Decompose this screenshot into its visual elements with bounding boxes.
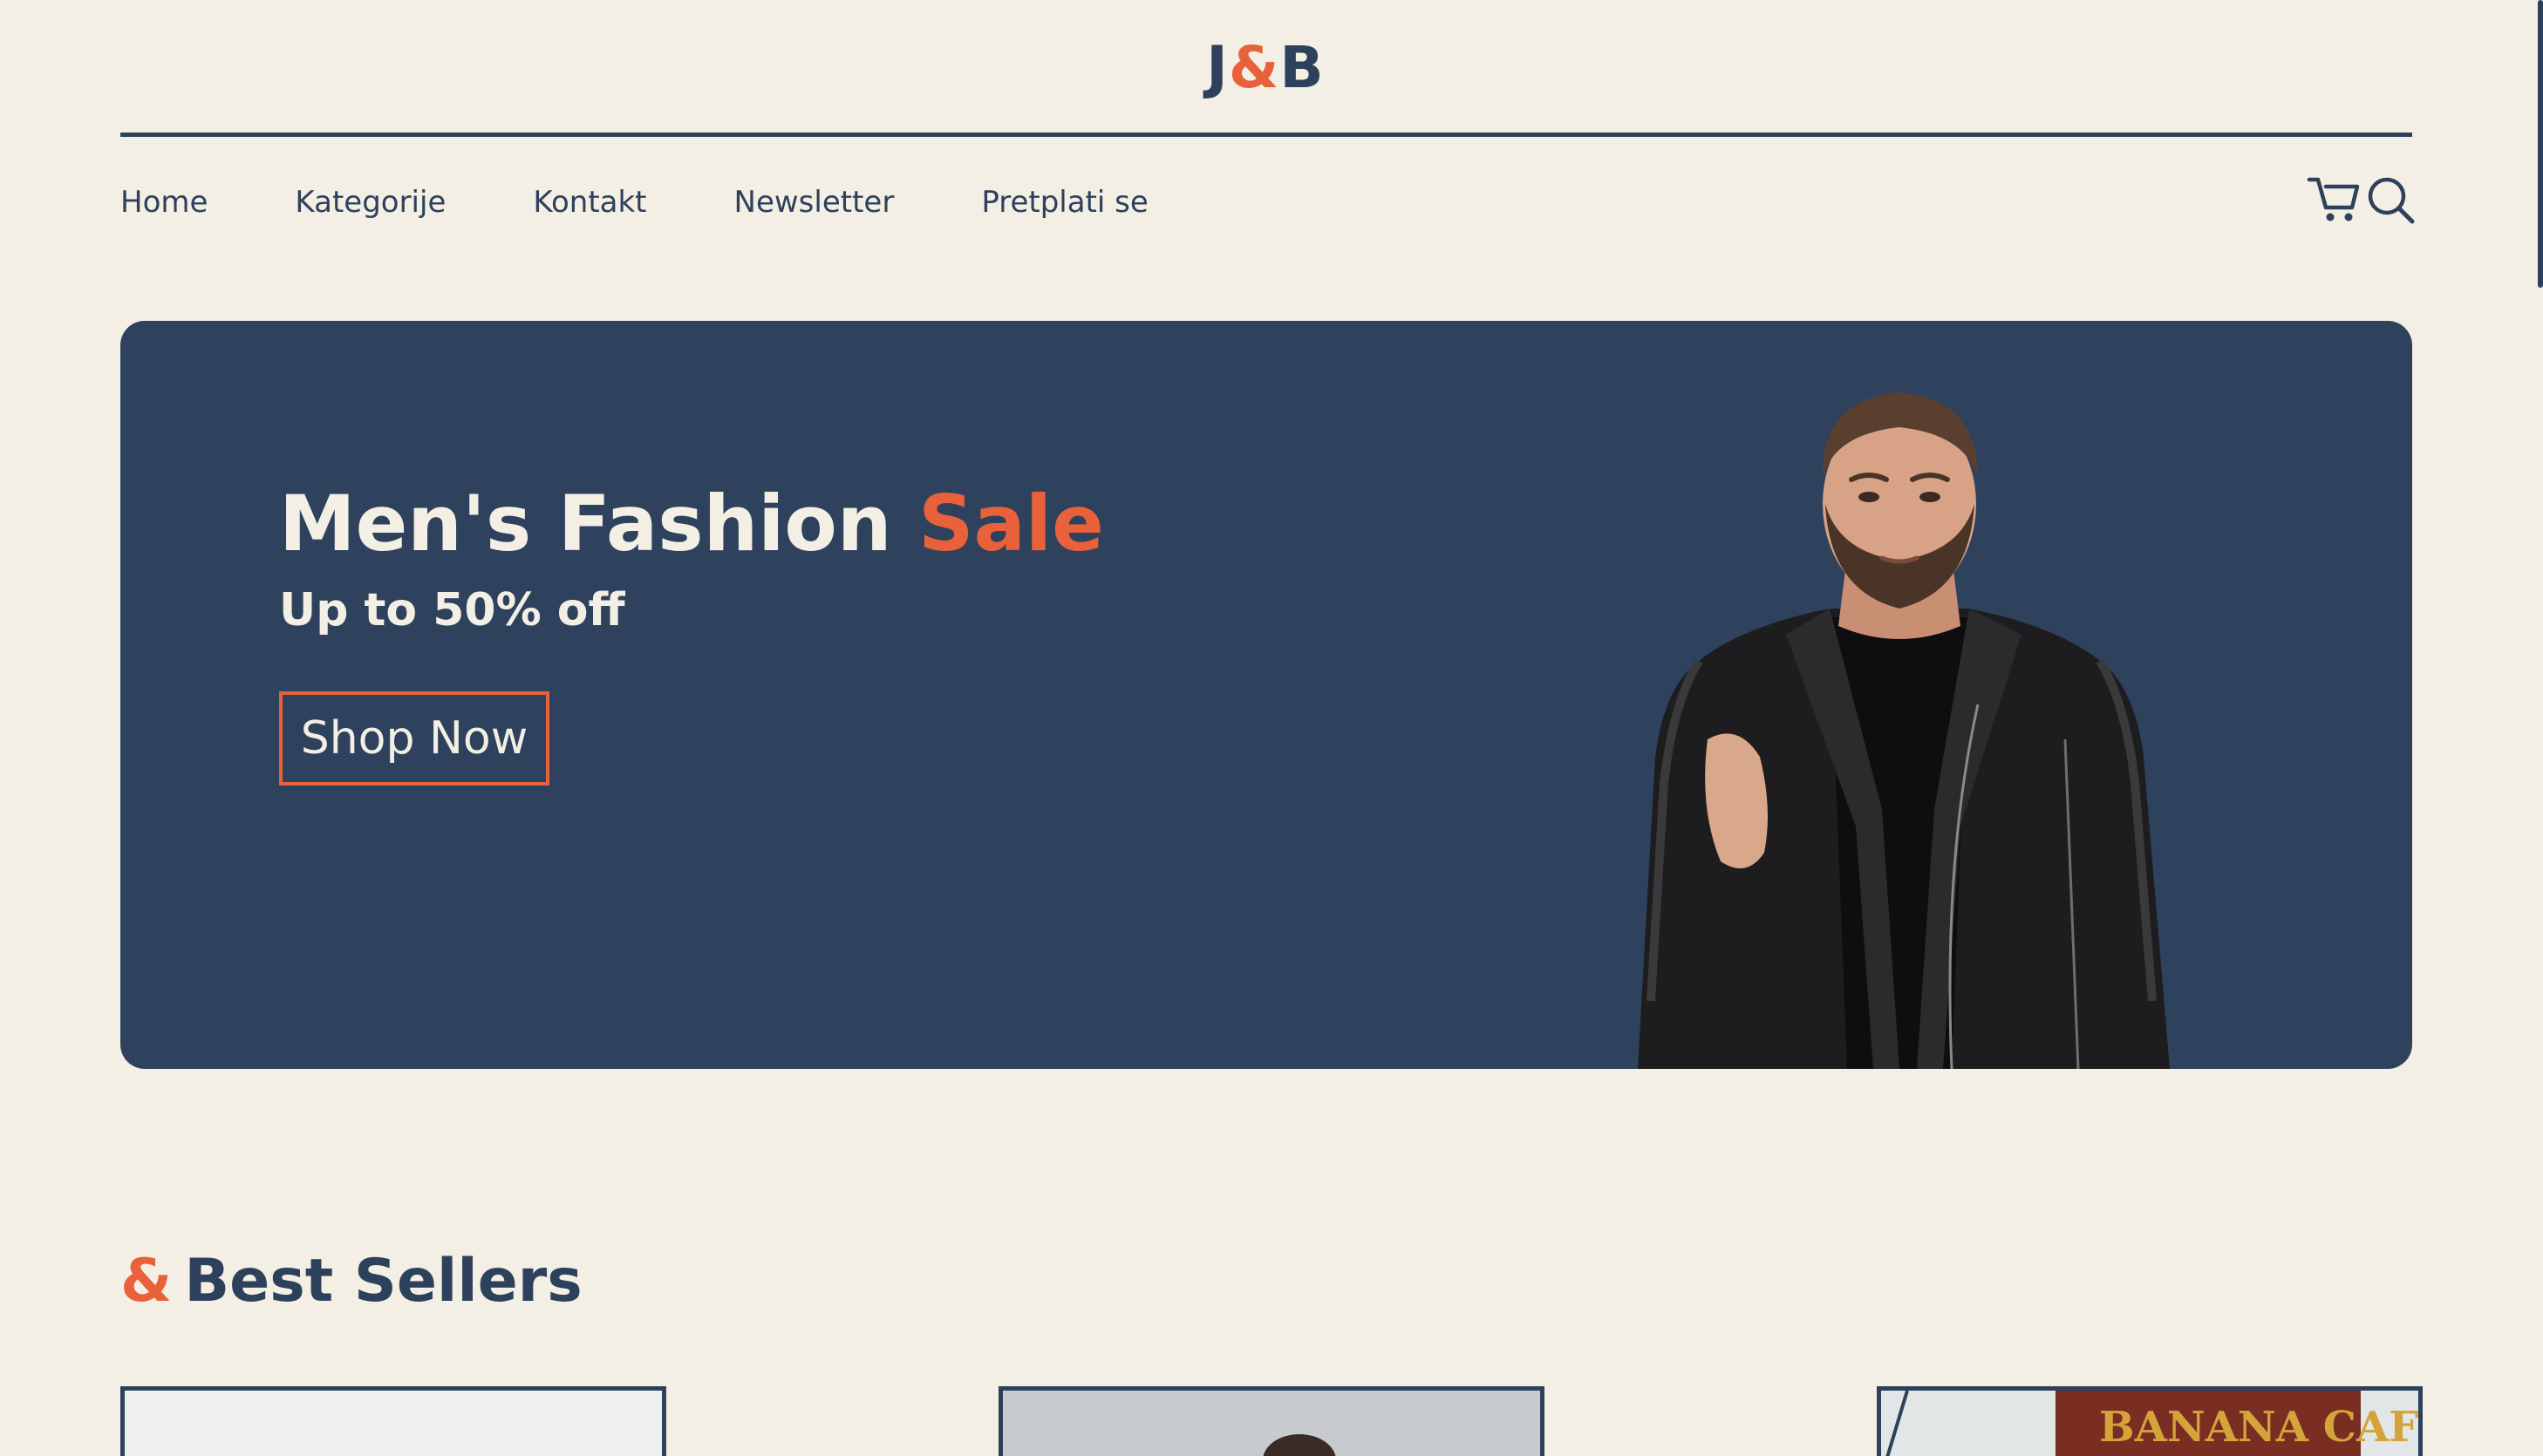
nav-icons (2307, 174, 2418, 228)
hero-subtitle: Up to 50% off (279, 584, 625, 636)
logo-letter-b: B (1279, 34, 1325, 101)
search-icon[interactable] (2364, 174, 2418, 228)
best-sellers-heading: & Best Sellers (120, 1247, 583, 1317)
nav-item-home[interactable]: Home (120, 183, 208, 221)
hero-title-main: Men's Fashion (279, 479, 919, 568)
product-card-3[interactable]: BANANA CAFE (1877, 1386, 2423, 1456)
product-image-2 (1003, 1391, 1540, 1456)
nav-item-pretplati-se[interactable]: Pretplati se (981, 183, 1148, 221)
product-card-1[interactable] (120, 1386, 666, 1456)
shop-now-button[interactable]: Shop Now (279, 691, 549, 786)
logo-ampersand: & (1228, 34, 1280, 101)
hero-model-image (1638, 392, 2170, 1069)
nav-item-newsletter[interactable]: Newsletter (734, 183, 895, 221)
hero-banner: Men's Fashion Sale Up to 50% off Shop No… (120, 321, 2412, 1069)
heading-ampersand: & (120, 1247, 173, 1316)
logo-letter-j: J (1206, 34, 1229, 101)
product-card-2[interactable] (999, 1386, 1544, 1456)
brand-logo[interactable]: J&B (0, 33, 2531, 103)
page-scrollbar[interactable] (2538, 0, 2543, 288)
header-divider (120, 133, 2412, 137)
cart-icon[interactable] (2307, 174, 2361, 228)
nav-item-kontakt[interactable]: Kontakt (533, 183, 646, 221)
nav-item-kategorije[interactable]: Kategorije (295, 183, 446, 221)
main-nav: Home Kategorije Kontakt Newsletter Pretp… (120, 183, 1236, 221)
heading-text: Best Sellers (184, 1247, 583, 1316)
product-3-sign-text: BANANA CAFE (2099, 1403, 2423, 1452)
hero-title-accent: Sale (918, 479, 1104, 568)
product-image-1 (125, 1391, 662, 1456)
hero-title: Men's Fashion Sale (279, 478, 1104, 570)
